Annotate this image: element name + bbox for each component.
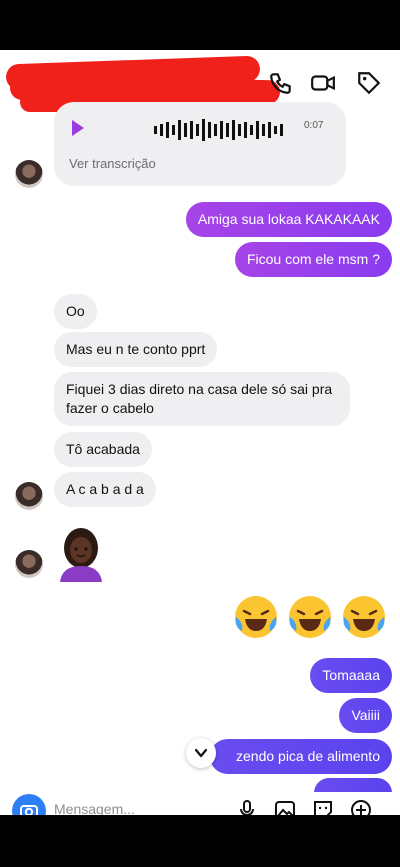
incoming-message[interactable]: Oo <box>54 294 97 329</box>
message-input[interactable]: Mensagem... <box>54 801 135 815</box>
call-icon[interactable] <box>268 70 294 96</box>
laughing-emoji[interactable] <box>340 593 388 641</box>
camera-icon <box>20 805 38 815</box>
scroll-down-button[interactable] <box>186 738 216 768</box>
outgoing-message[interactable]: zendo pica de alimento <box>210 739 392 774</box>
audio-duration: 0:07 <box>304 120 324 131</box>
voice-message[interactable]: 0:07 Ver transcrição <box>54 102 346 186</box>
tag-icon[interactable] <box>356 70 382 96</box>
avatar[interactable] <box>15 160 43 188</box>
camera-button[interactable] <box>12 794 46 815</box>
waveform <box>154 119 283 141</box>
incoming-message[interactable]: Mas eu n te conto pprt <box>54 332 218 367</box>
incoming-message[interactable]: A c a b a d a <box>54 472 156 507</box>
outgoing-message[interactable]: Tomaaaa <box>310 658 392 693</box>
mic-icon[interactable] <box>236 799 258 815</box>
laughing-emoji[interactable] <box>286 593 334 641</box>
outgoing-message[interactable]: Ficou com ele msm ? <box>234 242 392 277</box>
chat-screen: 0:07 Ver transcrição Amiga sua lokaa KAK… <box>0 50 400 815</box>
outgoing-message[interactable]: Vaiiii <box>339 698 392 733</box>
gallery-icon[interactable] <box>274 799 296 815</box>
play-icon[interactable] <box>72 120 84 136</box>
view-transcript-link[interactable]: Ver transcrição <box>69 156 156 171</box>
woman-emoji[interactable] <box>54 524 108 582</box>
sticker-icon[interactable] <box>312 799 334 815</box>
message-composer: Mensagem... <box>0 792 400 815</box>
incoming-message[interactable]: Tô acabada <box>54 432 152 467</box>
laughing-emoji[interactable] <box>232 593 280 641</box>
video-icon[interactable] <box>310 70 336 96</box>
top-letterbox <box>0 0 400 50</box>
avatar[interactable] <box>15 550 43 578</box>
bottom-letterbox <box>0 815 400 867</box>
chevron-down-icon <box>194 748 208 758</box>
incoming-message[interactable]: Fiquei 3 dias direto na casa dele só sai… <box>54 372 350 426</box>
avatar[interactable] <box>15 482 43 510</box>
plus-icon[interactable] <box>350 799 372 815</box>
outgoing-message[interactable]: Amiga sua lokaa KAKAKAAK <box>185 202 392 237</box>
